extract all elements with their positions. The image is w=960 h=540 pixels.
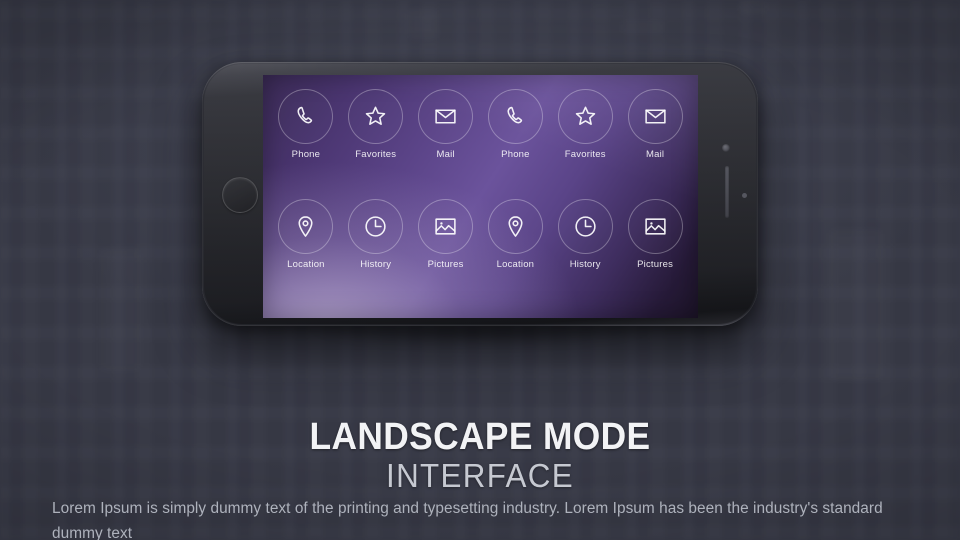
- phone-icon[interactable]: [487, 89, 543, 144]
- map-pin-icon[interactable]: [278, 198, 334, 254]
- app-label: Location: [496, 258, 535, 270]
- app-icon-favorites-1[interactable]: Favorites: [341, 89, 411, 199]
- mail-icon[interactable]: [418, 89, 474, 144]
- camera-icon: [722, 144, 730, 152]
- app-label: Pictures: [427, 258, 464, 270]
- app-icon-phone-3[interactable]: Phone: [481, 89, 551, 199]
- app-icon-history-7[interactable]: History: [341, 198, 411, 309]
- app-label: Favorites: [355, 149, 397, 160]
- app-icon-mail-5[interactable]: Mail: [620, 89, 690, 199]
- sensor-icon: [742, 193, 747, 198]
- app-label: Location: [287, 258, 325, 270]
- app-label: Phone: [291, 149, 321, 160]
- picture-icon[interactable]: [418, 198, 474, 254]
- app-label: Mail: [436, 149, 455, 160]
- app-label: Phone: [501, 149, 530, 160]
- app-icon-mail-2[interactable]: Mail: [411, 89, 481, 199]
- app-icon-pictures-11[interactable]: Pictures: [620, 198, 690, 309]
- clock-icon[interactable]: [557, 198, 613, 254]
- app-icon-phone-0[interactable]: Phone: [271, 89, 341, 199]
- phone-screen: Phone Favorites Mail Phone Favorites Mail Loca…: [263, 75, 698, 318]
- app-label: Pictures: [637, 258, 674, 270]
- app-icon-favorites-4[interactable]: Favorites: [550, 89, 620, 199]
- phone-icon[interactable]: [278, 89, 334, 144]
- screenshot-root: Phone Favorites Mail Phone Favorites Mail Loca…: [0, 0, 960, 540]
- phone-device: Phone Favorites Mail Phone Favorites Mail Loca…: [202, 62, 758, 326]
- clock-icon[interactable]: [348, 198, 404, 254]
- caption-block: LANDSCAPE MODE INTERFACE: [0, 418, 960, 496]
- picture-icon[interactable]: [627, 198, 683, 254]
- page-title: LANDSCAPE MODE: [309, 416, 651, 458]
- app-grid: Phone Favorites Mail Phone Favorites Mail Loca…: [263, 75, 698, 318]
- app-label: History: [569, 258, 601, 270]
- home-button[interactable]: [222, 177, 258, 213]
- app-icon-location-6[interactable]: Location: [271, 198, 341, 309]
- app-icon-history-10[interactable]: History: [550, 198, 620, 309]
- star-icon[interactable]: [557, 89, 613, 144]
- page-subtitle: INTERFACE: [386, 457, 574, 494]
- app-label: Mail: [645, 149, 665, 160]
- map-pin-icon[interactable]: [487, 198, 543, 254]
- app-label: Favorites: [564, 149, 606, 160]
- app-label: History: [360, 258, 392, 270]
- star-icon[interactable]: [348, 89, 404, 144]
- body-paragraph: Lorem Ipsum is simply dummy text of the …: [52, 500, 883, 540]
- app-icon-pictures-8[interactable]: Pictures: [411, 198, 481, 309]
- app-icon-location-9[interactable]: Location: [481, 198, 551, 309]
- speaker-grille: [725, 166, 729, 218]
- mail-icon[interactable]: [627, 89, 683, 144]
